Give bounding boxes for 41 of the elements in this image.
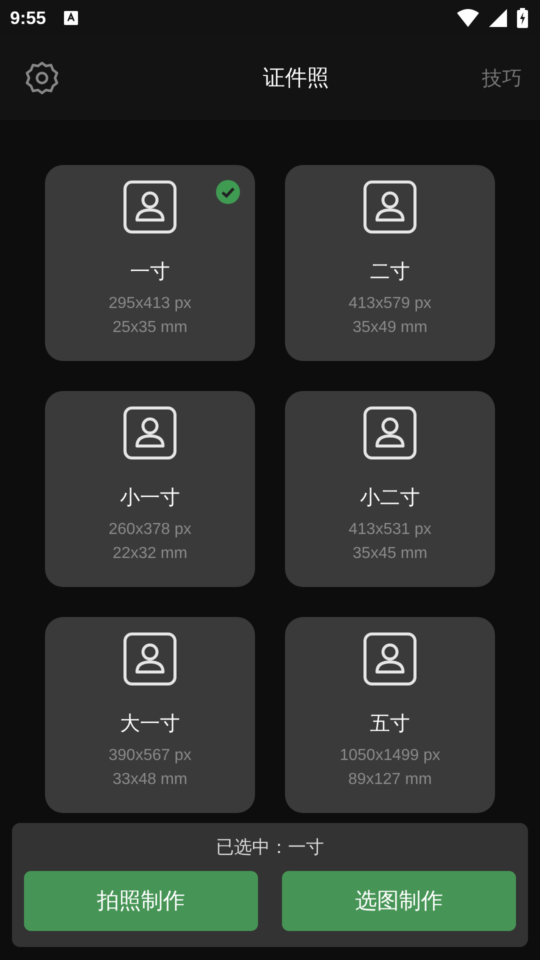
size-name: 一寸 <box>130 258 170 285</box>
print-size: 22x32 mm <box>112 545 188 563</box>
make-button[interactable]: 拍照制作 <box>24 871 258 931</box>
size-name: 二寸 <box>370 258 410 285</box>
settings-icon[interactable] <box>24 60 60 96</box>
make-button[interactable]: 选图制作 <box>282 871 516 931</box>
size-card[interactable]: 大一寸 390x567 px 33x48 mm <box>45 617 255 813</box>
pixel-size: 295x413 px <box>108 295 192 313</box>
pixel-size: 413x579 px <box>348 295 432 313</box>
size-card[interactable]: 五寸 1050x1499 px 89x127 mm <box>285 617 495 813</box>
page-title: 证件照 <box>263 65 329 93</box>
pixel-size: 260x378 px <box>108 521 192 539</box>
signal-icon <box>489 9 507 27</box>
print-size: 33x48 mm <box>112 771 188 789</box>
size-name: 小二寸 <box>360 484 420 511</box>
print-size: 35x45 mm <box>352 545 428 563</box>
portrait-icon <box>363 632 417 686</box>
size-card[interactable]: 一寸 295x413 px 25x35 mm <box>45 165 255 361</box>
selection-text: 已选中：一寸 <box>216 836 324 859</box>
portrait-icon <box>123 180 177 234</box>
wifi-icon <box>457 9 479 27</box>
print-size: 89x127 mm <box>348 771 432 789</box>
portrait-icon <box>363 180 417 234</box>
keyboard-icon <box>64 11 78 25</box>
print-size: 35x49 mm <box>352 319 428 337</box>
portrait-icon <box>123 406 177 460</box>
size-name: 五寸 <box>370 710 410 737</box>
battery-icon <box>517 8 528 28</box>
portrait-icon <box>363 406 417 460</box>
size-card[interactable]: 小二寸 413x531 px 35x45 mm <box>285 391 495 587</box>
pixel-size: 390x567 px <box>108 747 192 765</box>
pixel-size: 413x531 px <box>348 521 432 539</box>
pixel-size: 1050x1499 px <box>340 747 440 765</box>
status-time: 9:55 <box>10 8 46 28</box>
size-card[interactable]: 二寸 413x579 px 35x49 mm <box>285 165 495 361</box>
print-size: 25x35 mm <box>112 319 188 337</box>
size-card[interactable]: 小一寸 260x378 px 22x32 mm <box>45 391 255 587</box>
size-name: 小一寸 <box>120 484 180 511</box>
portrait-icon <box>123 632 177 686</box>
size-name: 大一寸 <box>120 710 180 737</box>
tips-button[interactable]: 技巧 <box>482 64 522 92</box>
